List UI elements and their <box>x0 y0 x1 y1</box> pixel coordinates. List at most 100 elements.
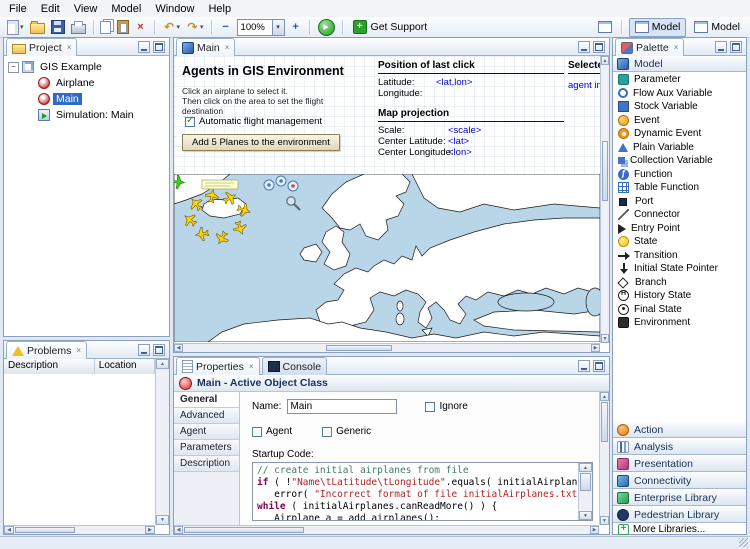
close-icon[interactable]: × <box>674 43 679 52</box>
minimize-icon[interactable] <box>138 344 150 356</box>
scroll-right-icon[interactable]: ▶ <box>590 526 599 534</box>
add-planes-button[interactable]: Add 5 Planes to the environment <box>182 134 340 151</box>
new-model-button[interactable]: ▾ <box>4 17 27 37</box>
zoom-in-button[interactable]: + <box>287 17 305 37</box>
auto-flight-checkbox[interactable] <box>185 117 195 127</box>
scroll-up-icon[interactable]: ▲ <box>601 56 609 65</box>
horizontal-scrollbar[interactable]: ◀ ▶ <box>4 525 155 534</box>
perspective-model-button-2[interactable]: Model <box>688 18 746 37</box>
palette-section-analysis[interactable]: Analysis <box>613 438 746 455</box>
properties-tab-general[interactable]: General <box>174 392 239 408</box>
palette-item-environment[interactable]: Environment <box>613 316 746 330</box>
name-input[interactable] <box>287 399 397 414</box>
startup-code-editor[interactable]: // create initial airplanes from fileif … <box>253 463 579 520</box>
tree-item-simulation-main[interactable]: Simulation: Main <box>4 107 169 123</box>
palette-item-flow-aux-variable[interactable]: Flow Aux Variable <box>613 87 746 101</box>
tree-item-airplane[interactable]: Airplane <box>4 75 169 91</box>
properties-tab-parameters[interactable]: Parameters <box>174 440 239 456</box>
menu-item-window[interactable]: Window <box>148 2 201 16</box>
maximize-icon[interactable] <box>153 41 165 53</box>
minimize-icon[interactable] <box>578 41 590 53</box>
palette-section-pedestrian-library[interactable]: Pedestrian Library <box>613 506 746 523</box>
scroll-down-icon[interactable]: ▼ <box>579 511 592 520</box>
expander-icon[interactable]: − <box>8 62 19 73</box>
problems-list[interactable] <box>4 374 155 525</box>
column-header-location[interactable]: Location <box>95 359 155 374</box>
palette-item-stock-variable[interactable]: Stock Variable <box>613 100 746 114</box>
properties-tab-agent[interactable]: Agent <box>174 424 239 440</box>
maximize-icon[interactable] <box>153 344 165 356</box>
palette-section-enterprise-library[interactable]: Enterprise Library <box>613 489 746 506</box>
palette-item-initial-state-pointer[interactable]: Initial State Pointer <box>613 262 746 276</box>
save-button[interactable] <box>48 17 68 37</box>
properties-tab-advanced[interactable]: Advanced <box>174 408 239 424</box>
scroll-left-icon[interactable]: ◀ <box>4 526 14 534</box>
menu-item-edit[interactable]: Edit <box>34 2 67 16</box>
get-support-button[interactable]: + Get Support <box>348 17 433 37</box>
perspective-model-button[interactable]: Model <box>629 18 687 37</box>
scrollbar-thumb[interactable] <box>184 527 304 533</box>
palette-item-final-state[interactable]: Final State <box>613 303 746 317</box>
palette-item-plain-variable[interactable]: Plain Variable <box>613 141 746 155</box>
close-icon[interactable]: × <box>67 43 72 52</box>
tree-item-main[interactable]: Main <box>4 91 169 107</box>
scrollbar-thumb[interactable] <box>15 527 75 533</box>
generic-checkbox[interactable] <box>322 427 332 437</box>
minimize-icon[interactable] <box>715 41 727 53</box>
maximize-icon[interactable] <box>593 360 605 372</box>
palette-item-parameter[interactable]: Parameter <box>613 73 746 87</box>
scroll-right-icon[interactable]: ▶ <box>145 526 155 534</box>
scroll-up-icon[interactable]: ▲ <box>156 359 169 369</box>
menu-item-model[interactable]: Model <box>104 2 148 16</box>
scroll-up-icon[interactable]: ▲ <box>579 463 592 472</box>
gis-map[interactable] <box>174 174 600 342</box>
tab-main[interactable]: Main × <box>176 38 235 56</box>
scrollbar-thumb[interactable] <box>602 141 608 201</box>
scroll-up-icon[interactable]: ▲ <box>600 392 609 401</box>
minimize-icon[interactable] <box>138 41 150 53</box>
paste-button[interactable] <box>114 17 132 37</box>
palette-item-function[interactable]: Function <box>613 168 746 182</box>
more-libraries-link[interactable]: More Libraries... <box>613 523 746 536</box>
zoom-level-select[interactable]: 100%▾ <box>237 19 285 36</box>
redo-button[interactable]: ↷▾ <box>183 17 207 37</box>
horizontal-scrollbar[interactable]: ◀ ▶ <box>174 525 599 534</box>
scroll-down-icon[interactable]: ▼ <box>156 515 169 525</box>
palette-item-branch[interactable]: Branch <box>613 276 746 290</box>
chevron-down-icon[interactable]: ▾ <box>272 20 284 35</box>
maximize-icon[interactable] <box>593 41 605 53</box>
tab-console[interactable]: Console <box>262 357 328 375</box>
vertical-scrollbar[interactable]: ▲ ▼ <box>600 56 609 343</box>
palette-item-state[interactable]: State <box>613 235 746 249</box>
close-icon[interactable]: × <box>76 346 81 355</box>
palette-item-collection-variable[interactable]: Collection Variable <box>613 154 746 168</box>
scroll-left-icon[interactable]: ◀ <box>174 344 183 352</box>
tree-item-gis-example[interactable]: −GIS Example <box>4 59 169 75</box>
palette-section-presentation[interactable]: Presentation <box>613 455 746 472</box>
properties-tab-description[interactable]: Description <box>174 456 239 472</box>
menu-item-file[interactable]: File <box>2 2 34 16</box>
run-button[interactable]: ▶ <box>315 17 338 37</box>
maximize-icon[interactable] <box>730 41 742 53</box>
scrollbar-thumb[interactable] <box>326 345 392 351</box>
palette-item-connector[interactable]: Connector <box>613 208 746 222</box>
agent-checkbox[interactable] <box>252 427 262 437</box>
column-header-description[interactable]: Description <box>4 359 95 374</box>
copy-button[interactable] <box>99 17 114 37</box>
palette-item-event[interactable]: Event <box>613 114 746 128</box>
palette-item-transition[interactable]: Transition <box>613 249 746 263</box>
vertical-scrollbar[interactable]: ▲ ▼ <box>599 392 609 525</box>
ignore-checkbox[interactable] <box>425 402 435 412</box>
scrollbar-thumb[interactable] <box>580 473 591 491</box>
tab-project[interactable]: Project × <box>6 38 77 56</box>
tab-properties[interactable]: Properties× <box>176 357 260 375</box>
palette-section-model[interactable]: Model <box>613 56 746 72</box>
palette-item-table-function[interactable]: Table Function <box>613 181 746 195</box>
zoom-out-button[interactable]: − <box>217 17 235 37</box>
print-button[interactable] <box>68 17 89 37</box>
menu-item-view[interactable]: View <box>67 2 105 16</box>
vertical-scrollbar[interactable]: ▲ ▼ <box>155 359 169 525</box>
palette-item-port[interactable]: Port <box>613 195 746 209</box>
menu-item-help[interactable]: Help <box>201 2 238 16</box>
minimize-icon[interactable] <box>578 360 590 372</box>
